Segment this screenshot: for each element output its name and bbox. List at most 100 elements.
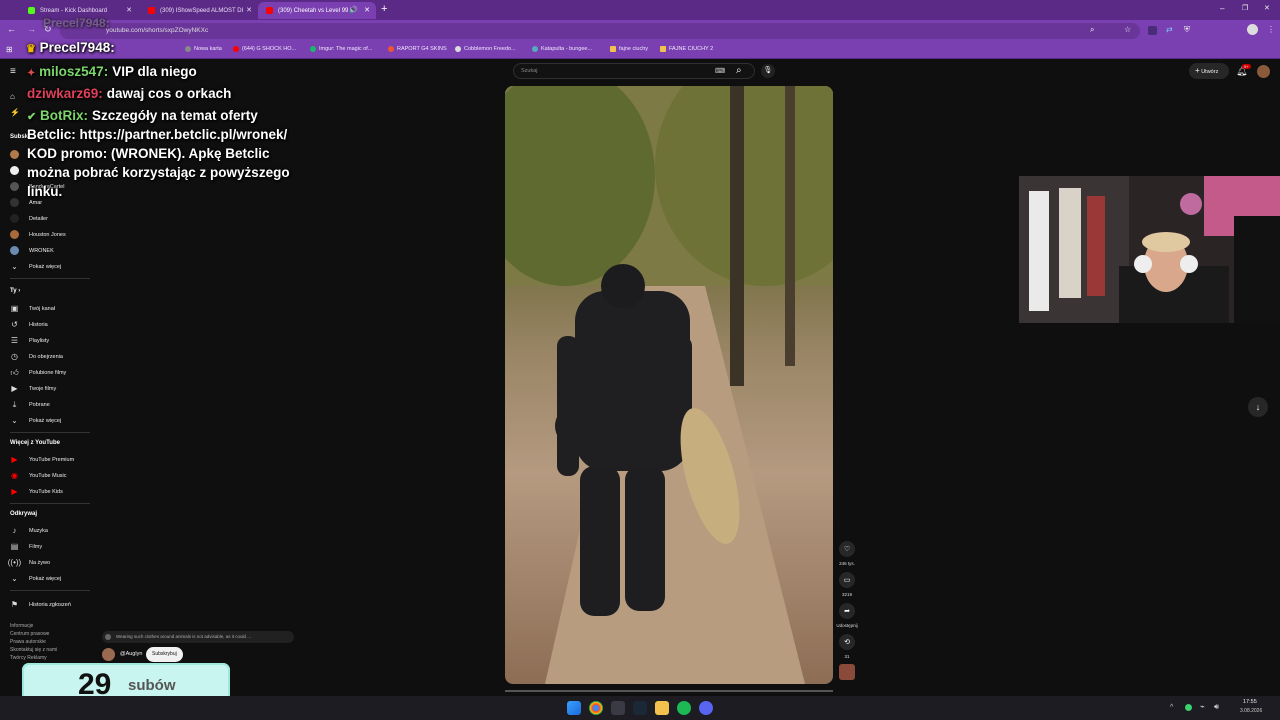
remix-button[interactable]: ⟲ <box>839 634 855 650</box>
shorts-icon[interactable]: ⚡ <box>10 108 20 117</box>
subscribe-button[interactable]: Subskrybuj <box>146 647 183 662</box>
sidebar-item-music-explore[interactable]: ♪ Muzyka <box>10 526 48 535</box>
sidebar-item-history[interactable]: ↺ Historia <box>10 320 48 329</box>
sidebar-item-show-more[interactable]: ⌄ Pokaż więcej <box>10 416 61 425</box>
sidebar-item-subscription[interactable]: WRONEK <box>10 246 54 255</box>
sidebar-item-music[interactable]: ◉ YouTube Music <box>10 471 67 480</box>
bookmark-item[interactable]: Katapulta - bungee... <box>532 46 592 52</box>
volume-icon[interactable]: 🔊︎ <box>1214 702 1219 712</box>
close-icon[interactable]: ✕ <box>126 6 132 14</box>
menu-icon[interactable]: ⋮ <box>1267 25 1275 34</box>
chat-text: KOD promo: (WRONEK). Apkę Betclic <box>27 146 270 161</box>
file-explorer-icon[interactable] <box>655 701 669 715</box>
like-button[interactable]: ♡ <box>839 541 855 557</box>
forward-icon[interactable]: → <box>27 24 36 34</box>
speaker-icon[interactable]: 🔊 <box>349 6 358 14</box>
chevron-up-icon[interactable]: ^ <box>1170 704 1173 711</box>
sidebar-item-your-channel[interactable]: ▣ Twój kanał <box>10 304 55 313</box>
hamburger-menu-icon[interactable]: ≡ <box>10 66 16 77</box>
footer-link[interactable]: Informacje <box>10 622 33 630</box>
sidebar-item-live[interactable]: ((•)) Na żywo <box>8 558 50 567</box>
bookmark-item[interactable]: Nowa karta <box>185 46 222 52</box>
windows-start-icon[interactable] <box>567 701 581 715</box>
sidebar-item-playlists[interactable]: ☰ Playlisty <box>10 336 49 345</box>
share-icon: ➦ <box>844 608 850 615</box>
sidebar-item-subscription[interactable]: Detailer <box>10 214 48 223</box>
channel-avatar[interactable] <box>102 648 115 661</box>
chrome-icon[interactable] <box>589 701 603 715</box>
close-window-button[interactable]: ✕ <box>1264 4 1270 12</box>
clock-time[interactable]: 17:55 <box>1243 699 1257 705</box>
sidebar-item-your-videos[interactable]: ▶ Twoje filmy <box>10 384 56 393</box>
bookmark-item[interactable]: Imgur: The magic of... <box>310 46 372 52</box>
bookmark-label: fajne ciuchy <box>619 46 649 52</box>
comments-button[interactable]: ▭ <box>839 572 855 588</box>
app-icon[interactable] <box>611 701 625 715</box>
star-icon[interactable]: ☆ <box>1124 25 1131 34</box>
close-icon[interactable]: ✕ <box>364 6 370 14</box>
microphone-icon[interactable]: 🎙 <box>761 64 775 78</box>
discord-icon[interactable] <box>699 701 713 715</box>
search-icon[interactable]: ⌕ <box>736 65 742 76</box>
sound-thumbnail[interactable] <box>839 664 855 680</box>
new-tab-button[interactable]: + <box>381 3 387 15</box>
network-icon[interactable]: ⌁ <box>1200 702 1205 711</box>
bookmark-item[interactable]: fajne ciuchy <box>610 46 648 52</box>
create-button[interactable]: + Utwórz <box>1189 63 1229 79</box>
close-icon[interactable]: ✕ <box>246 6 252 14</box>
sidebar-item-show-more[interactable]: ⌄ Pokaż więcej <box>10 262 61 271</box>
search-input[interactable]: Szukaj ⌨ ⌕ <box>513 63 755 79</box>
channel-name[interactable]: @Auglyn <box>120 651 142 657</box>
film-icon: ▤ <box>10 542 19 551</box>
next-short-button[interactable]: ↓ <box>1248 397 1268 417</box>
sidebar-item-movies[interactable]: ▤ Filmy <box>10 542 42 551</box>
home-icon[interactable]: ⌂ <box>10 92 15 101</box>
status-icon[interactable] <box>1185 704 1192 711</box>
extension-icon[interactable] <box>1148 26 1157 35</box>
sidebar-item-watch-later[interactable]: ◷ Do obejrzenia <box>10 352 63 361</box>
video-progress-bar[interactable] <box>505 690 833 692</box>
apps-icon[interactable]: ⊞ <box>6 45 13 54</box>
tab-ishowspeed[interactable]: (309) IShowSpeed ALMOST DI ✕ <box>140 2 258 19</box>
steam-icon[interactable] <box>633 701 647 715</box>
bookmark-item[interactable]: Cobblemon Freedo... <box>455 46 516 52</box>
sidebar-item-label: Muzyka <box>29 527 48 534</box>
comment-preview[interactable]: Wearing such clothes around animals is n… <box>102 631 294 643</box>
search-icon[interactable]: ⌕ <box>1090 25 1094 35</box>
bookmark-item[interactable]: FAJNE CIUCHY 2 <box>660 46 713 52</box>
footer-link[interactable]: Skontaktuj się z nami <box>10 646 57 654</box>
minimize-button[interactable]: – <box>1220 4 1224 13</box>
profile-avatar[interactable] <box>1247 24 1258 35</box>
translate-icon[interactable]: ⇄ <box>1166 25 1173 34</box>
share-button[interactable]: ➦ <box>839 603 855 619</box>
bookmark-label: (644) G SHOCK HO... <box>242 46 297 52</box>
url-field[interactable]: youtube.com/shorts/sxpZOwyNKXc <box>60 23 1140 39</box>
sidebar-item-subscription[interactable]: Amar <box>10 198 42 207</box>
sidebar-item-show-more[interactable]: ⌄ Pokaż więcej <box>10 574 61 583</box>
sidebar-item-kids[interactable]: ▶ YouTube Kids <box>10 487 62 496</box>
tab-cheetah-short[interactable]: (309) Cheetah vs Level 99 I 🔊 ✕ <box>258 2 376 19</box>
sidebar-item-downloads[interactable]: ⤓ Pobrane <box>10 400 50 409</box>
bookmark-item[interactable]: (644) G SHOCK HO... <box>233 46 296 52</box>
sidebar-item-label: Playlisty <box>29 337 50 344</box>
avatar[interactable] <box>1257 65 1270 78</box>
maximize-button[interactable]: ❐ <box>1242 4 1248 12</box>
avatar[interactable] <box>10 150 19 159</box>
footer-link[interactable]: Centrum prasowe <box>10 630 49 638</box>
you-header[interactable]: Ty › <box>10 288 20 294</box>
footer-link[interactable]: Twórcy Reklamy <box>10 654 47 662</box>
footer-link[interactable]: Prawa autorskie <box>10 638 46 646</box>
avatar[interactable] <box>10 166 19 175</box>
short-video-player[interactable] <box>505 86 833 684</box>
bookmark-item[interactable]: RAPORT G4 SKINS <box>388 46 447 52</box>
clock-date[interactable]: 3.08.2026 <box>1240 708 1262 714</box>
divider <box>10 503 90 504</box>
back-icon[interactable]: ← <box>7 24 16 34</box>
sidebar-item-premium[interactable]: ▶ YouTube Premium <box>10 455 74 464</box>
keyboard-icon[interactable]: ⌨ <box>715 67 725 75</box>
sidebar-item-report-history[interactable]: ⚑ Historia zgłoszeń <box>10 600 71 609</box>
sidebar-item-liked[interactable]: 👍︎ Polubione filmy <box>10 368 66 377</box>
shield-icon[interactable]: ⛨ <box>1184 25 1190 35</box>
sidebar-item-subscription[interactable]: Houston Jones <box>10 230 66 239</box>
spotify-icon[interactable] <box>677 701 691 715</box>
